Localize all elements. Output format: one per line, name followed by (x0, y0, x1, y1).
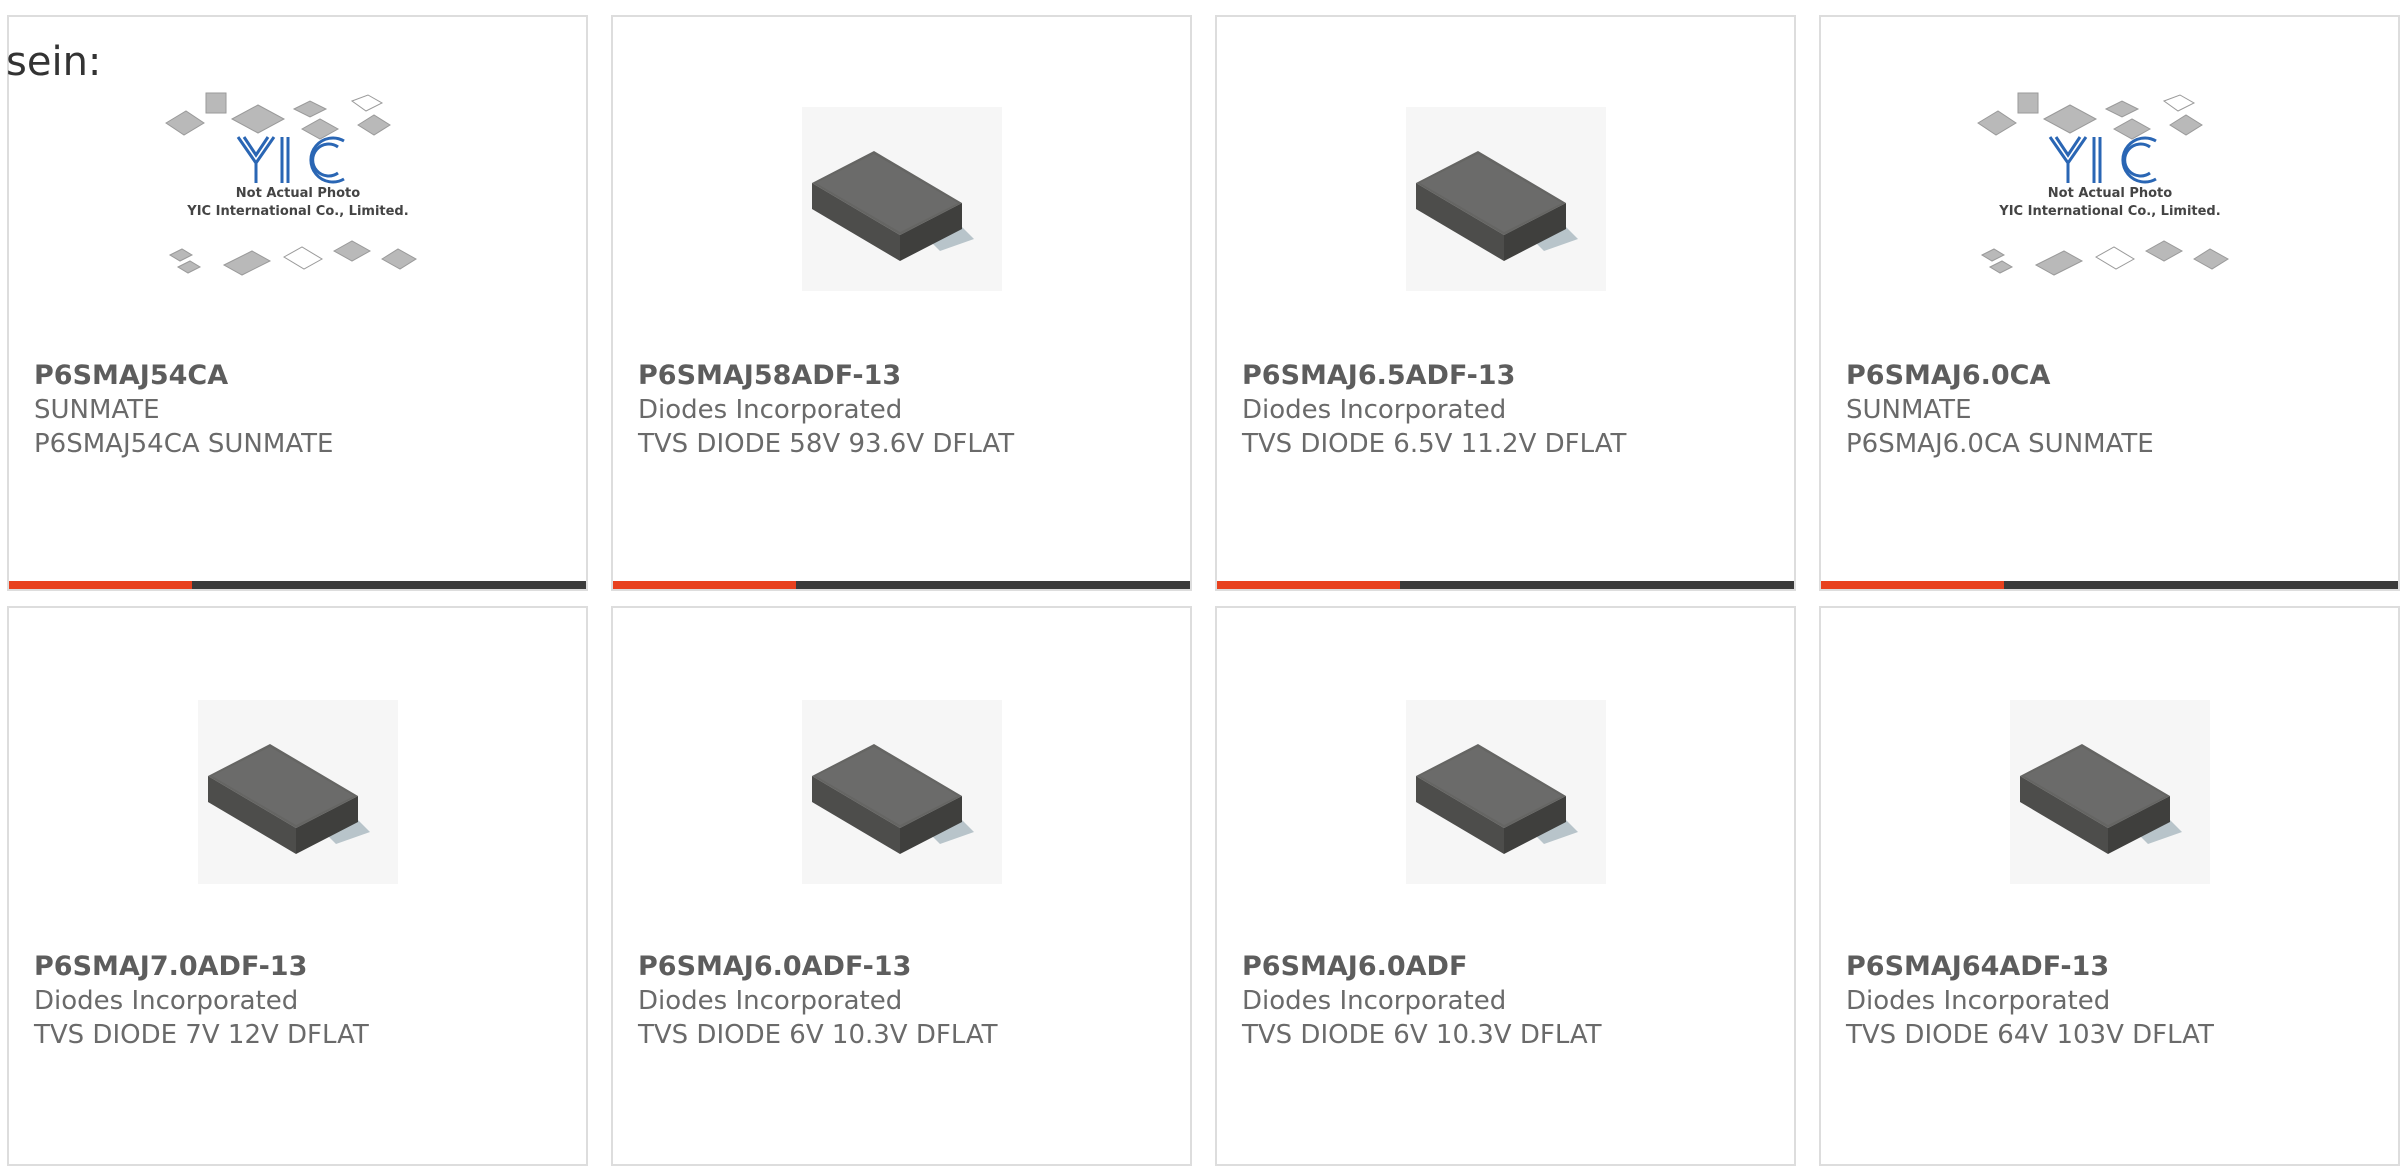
card-divider (613, 581, 1190, 589)
card-accent (613, 581, 796, 589)
manufacturer: Diodes Incorporated (34, 986, 299, 1016)
card-divider (1217, 581, 1794, 589)
description: P6SMAJ6.0CA SUNMATE (1846, 429, 2154, 459)
product-card[interactable]: P6SMAJ64ADF-13 Diodes Incorporated TVS D… (1819, 606, 2400, 1166)
manufacturer: SUNMATE (34, 395, 160, 425)
diode-package-icon (801, 107, 1002, 291)
product-card[interactable]: Not Actual Photo YIC International Co., … (1819, 15, 2400, 591)
product-card[interactable]: P6SMAJ6.5ADF-13 Diodes Incorporated TVS … (1215, 15, 1796, 591)
placeholder-image-icon: Not Actual Photo YIC International Co., … (1976, 92, 2229, 276)
placeholder-line2: YIC International Co., Limited. (1998, 204, 2220, 219)
diode-package-icon (1405, 700, 1606, 884)
section-heading: sein: (6, 39, 102, 85)
product-grid: Not Actual Photo YIC International Co., … (0, 0, 2400, 1166)
description: TVS DIODE 58V 93.6V DFLAT (638, 429, 1015, 459)
manufacturer: Diodes Incorporated (1846, 986, 2111, 1016)
description: TVS DIODE 6V 10.3V DFLAT (638, 1020, 998, 1050)
manufacturer: Diodes Incorporated (1242, 395, 1507, 425)
card-divider (1821, 581, 2398, 589)
description: P6SMAJ54CA SUNMATE (34, 429, 334, 459)
diode-package-icon (197, 700, 398, 884)
description: TVS DIODE 6V 10.3V DFLAT (1242, 1020, 1602, 1050)
product-image[interactable] (1356, 672, 1656, 912)
product-image[interactable] (148, 672, 448, 912)
product-image[interactable] (1960, 672, 2260, 912)
part-number[interactable]: P6SMAJ6.0CA (1846, 359, 2383, 393)
placeholder-line1: Not Actual Photo (235, 186, 359, 201)
product-card[interactable]: Not Actual Photo YIC International Co., … (7, 15, 588, 591)
product-image[interactable] (752, 672, 1052, 912)
part-number[interactable]: P6SMAJ58ADF-13 (638, 359, 1175, 393)
description: TVS DIODE 7V 12V DFLAT (34, 1020, 369, 1050)
placeholder-line1: Not Actual Photo (2047, 186, 2171, 201)
part-number[interactable]: P6SMAJ6.0ADF (1242, 950, 1779, 984)
diode-package-icon (1405, 107, 1606, 291)
product-card[interactable]: P6SMAJ58ADF-13 Diodes Incorporated TVS D… (611, 15, 1192, 591)
manufacturer: Diodes Incorporated (1242, 986, 1507, 1016)
description: TVS DIODE 64V 103V DFLAT (1846, 1020, 2214, 1050)
product-image[interactable] (752, 79, 1052, 319)
diode-package-icon (2009, 700, 2210, 884)
part-number[interactable]: P6SMAJ54CA (34, 359, 571, 393)
part-number[interactable]: P6SMAJ64ADF-13 (1846, 950, 2383, 984)
part-number[interactable]: P6SMAJ6.0ADF-13 (638, 950, 1175, 984)
product-card[interactable]: P6SMAJ6.0ADF Diodes Incorporated TVS DIO… (1215, 606, 1796, 1166)
placeholder-line2: YIC International Co., Limited. (186, 204, 408, 219)
manufacturer: Diodes Incorporated (638, 395, 903, 425)
part-number[interactable]: P6SMAJ7.0ADF-13 (34, 950, 571, 984)
product-image[interactable]: Not Actual Photo YIC International Co., … (148, 79, 448, 319)
product-card[interactable]: P6SMAJ7.0ADF-13 Diodes Incorporated TVS … (7, 606, 588, 1166)
part-number[interactable]: P6SMAJ6.5ADF-13 (1242, 359, 1779, 393)
manufacturer: SUNMATE (1846, 395, 1972, 425)
product-card[interactable]: P6SMAJ6.0ADF-13 Diodes Incorporated TVS … (611, 606, 1192, 1166)
card-divider (9, 581, 586, 589)
card-accent (1217, 581, 1400, 589)
card-accent (9, 581, 192, 589)
description: TVS DIODE 6.5V 11.2V DFLAT (1242, 429, 1627, 459)
diode-package-icon (801, 700, 1002, 884)
manufacturer: Diodes Incorporated (638, 986, 903, 1016)
product-image[interactable]: Not Actual Photo YIC International Co., … (1960, 79, 2260, 319)
placeholder-image-icon: Not Actual Photo YIC International Co., … (164, 92, 417, 276)
card-accent (1821, 581, 2004, 589)
product-image[interactable] (1356, 79, 1656, 319)
